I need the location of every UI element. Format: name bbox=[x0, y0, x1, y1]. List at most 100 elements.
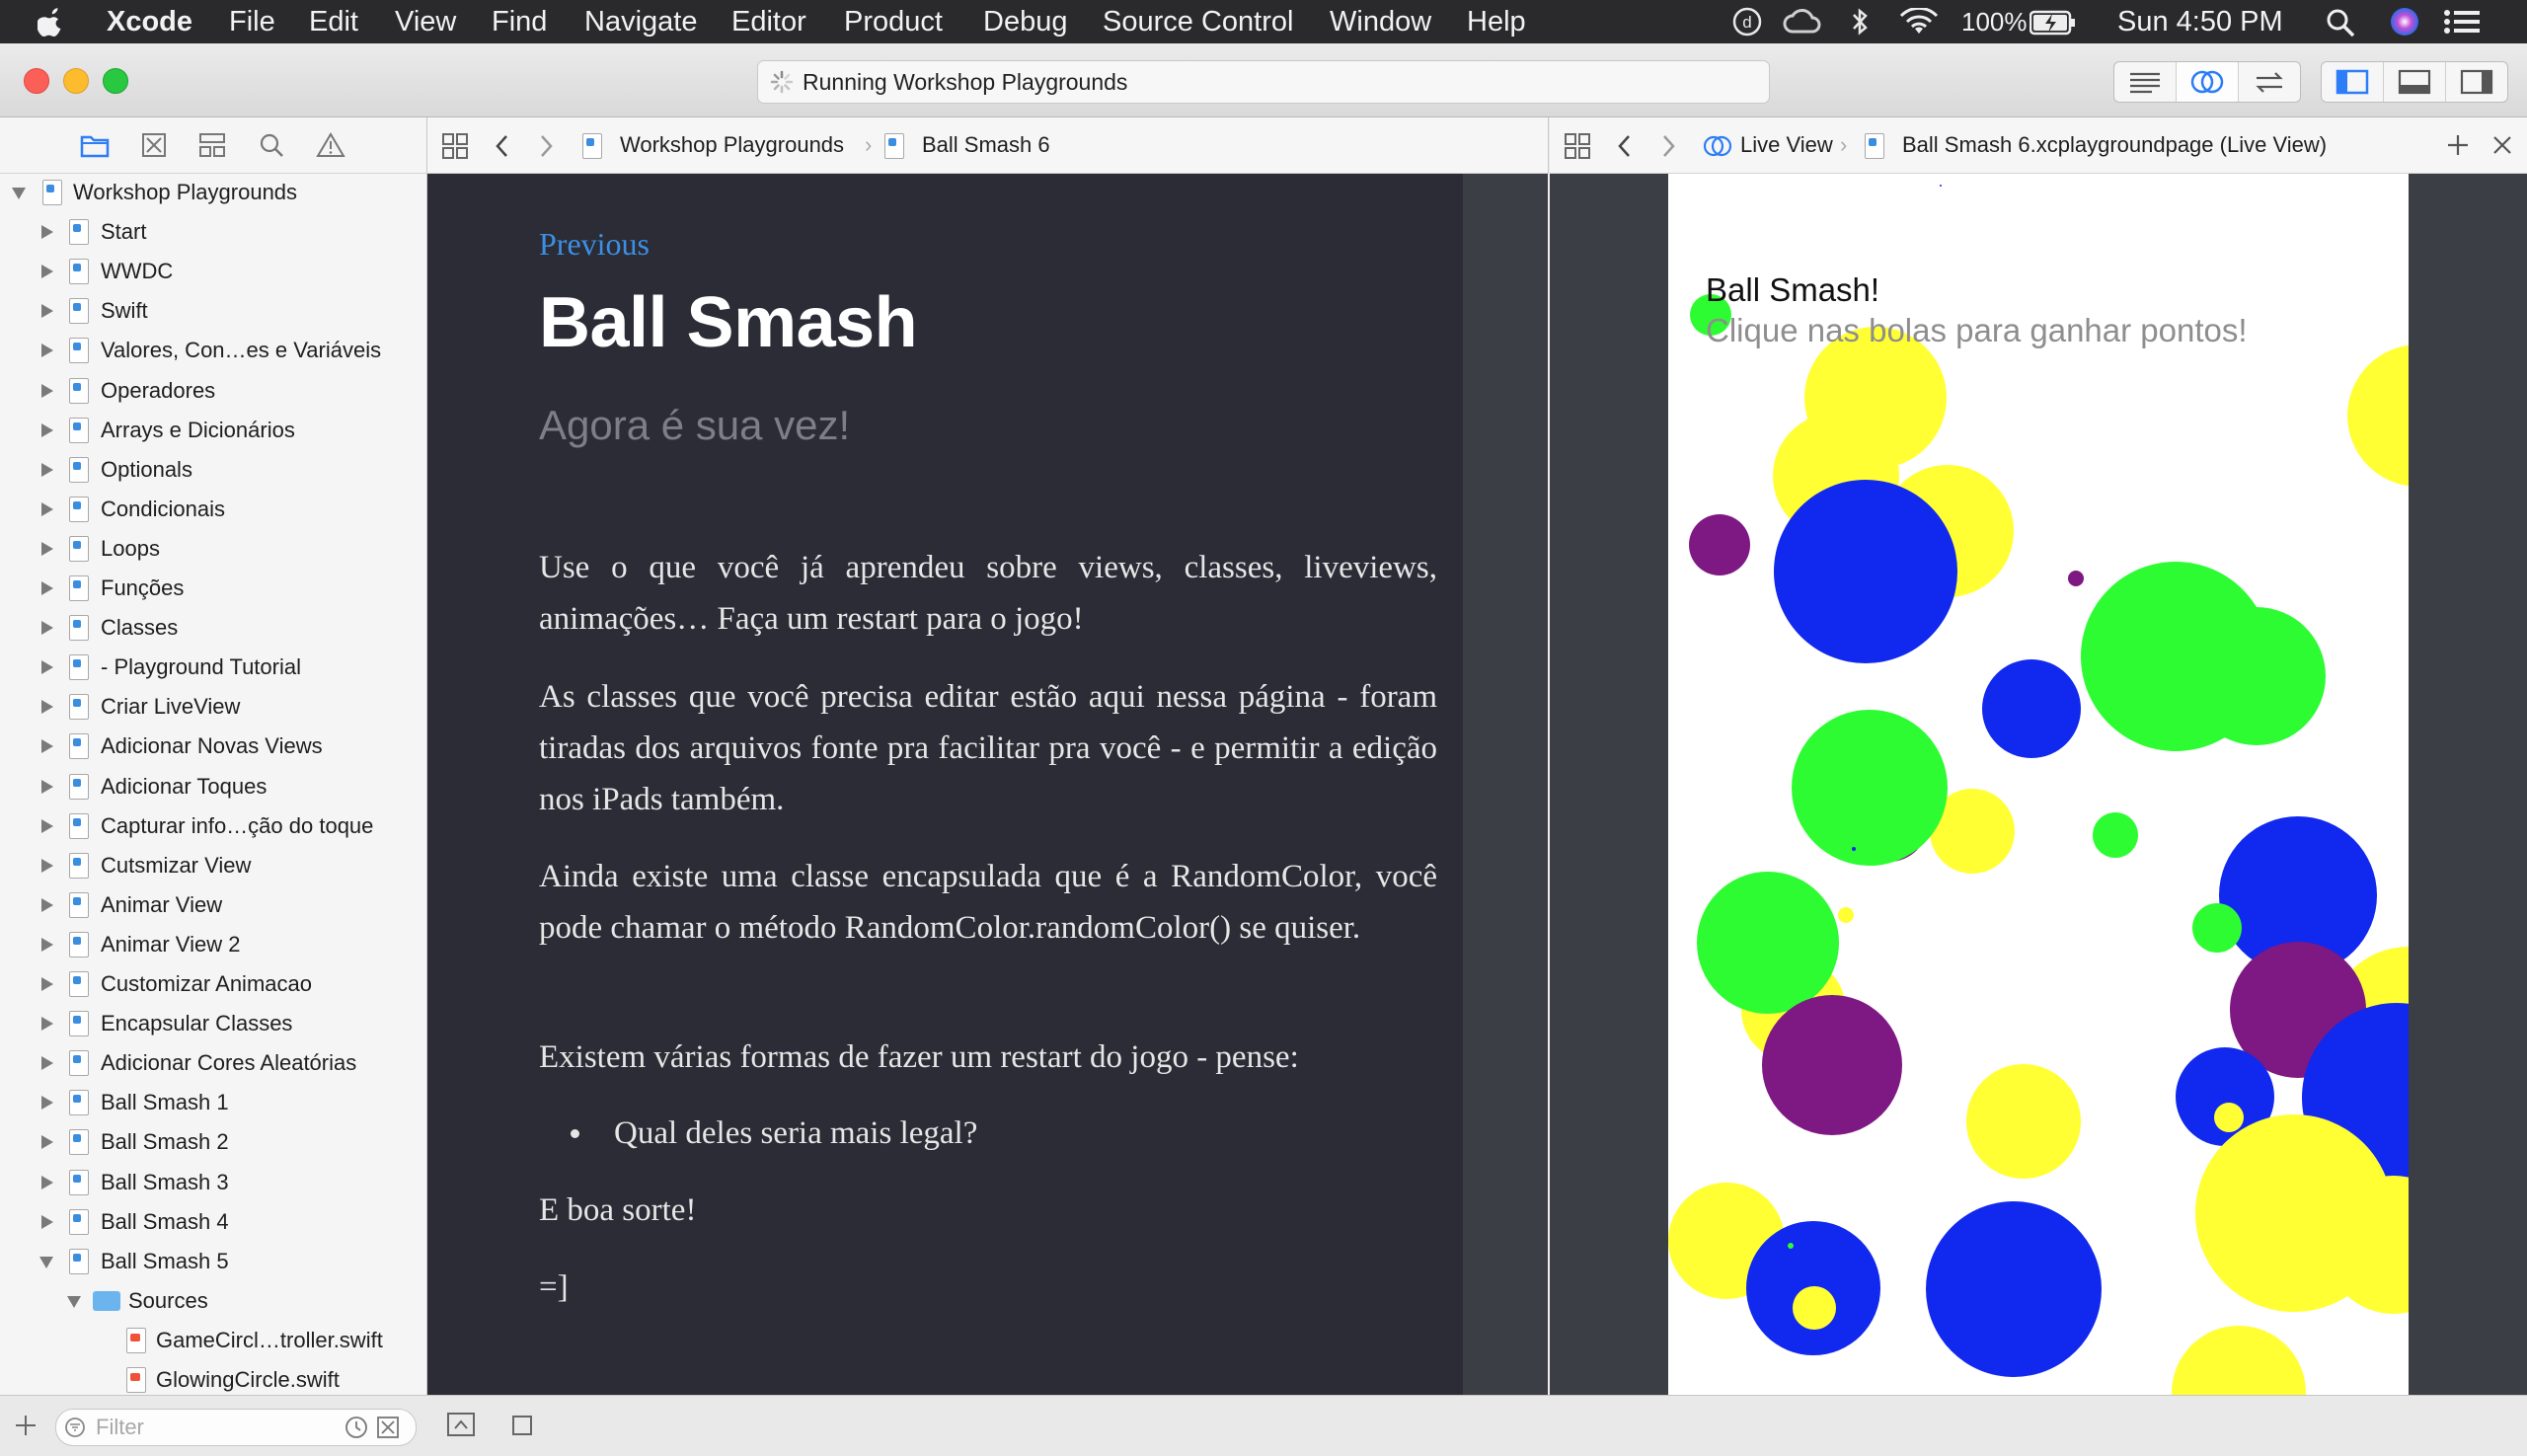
breadcrumb-page[interactable]: Ball Smash 6 bbox=[922, 117, 1050, 173]
disclosure-closed-icon[interactable] bbox=[41, 1135, 53, 1150]
source-control-filter-icon[interactable] bbox=[376, 1416, 400, 1439]
minimize-window-button[interactable] bbox=[63, 68, 89, 94]
disclosure-closed-icon[interactable] bbox=[41, 977, 53, 991]
purple-ball[interactable] bbox=[1762, 995, 1902, 1135]
standard-editor-icon[interactable] bbox=[2114, 62, 2177, 102]
close-assistant-icon[interactable] bbox=[2491, 134, 2513, 156]
menu-editor[interactable]: Editor bbox=[731, 0, 806, 43]
balls-layer[interactable] bbox=[1668, 174, 2409, 1395]
menu-window[interactable]: Window bbox=[1330, 0, 1431, 43]
hide-debug-area-icon[interactable] bbox=[446, 1412, 476, 1437]
tree-item-page[interactable]: Condicionais bbox=[0, 490, 426, 529]
forward-icon[interactable] bbox=[536, 133, 556, 159]
disclosure-open-icon[interactable] bbox=[39, 1256, 53, 1268]
disclosure-closed-icon[interactable] bbox=[41, 739, 53, 754]
tree-item-page[interactable]: Cutsmizar View bbox=[0, 846, 426, 885]
wifi-icon[interactable] bbox=[1899, 8, 1939, 36]
source-control-navigator-icon[interactable] bbox=[137, 129, 171, 161]
disclosure-closed-icon[interactable] bbox=[41, 818, 53, 833]
tree-item-page[interactable]: Optionals bbox=[0, 450, 426, 490]
project-navigator-icon[interactable] bbox=[78, 129, 112, 161]
purple-ball[interactable] bbox=[2068, 571, 2084, 586]
disclosure-closed-icon[interactable] bbox=[41, 779, 53, 794]
tree-item-page[interactable]: Capturar info…ção do toque bbox=[0, 806, 426, 846]
disclosure-closed-icon[interactable] bbox=[41, 581, 53, 595]
menu-source-control[interactable]: Source Control bbox=[1103, 0, 1293, 43]
blue-ball[interactable] bbox=[1926, 1201, 2102, 1377]
yellow-ball[interactable] bbox=[1793, 1286, 1836, 1330]
tree-item-page[interactable]: Ball Smash 2 bbox=[0, 1122, 426, 1162]
disclosure-closed-icon[interactable] bbox=[41, 858, 53, 873]
creative-cloud-icon[interactable] bbox=[1783, 8, 1822, 36]
breadcrumb-live-view[interactable]: Live View bbox=[1740, 117, 1833, 173]
toggle-navigator-icon[interactable] bbox=[2322, 62, 2384, 102]
find-navigator-icon[interactable] bbox=[255, 129, 288, 161]
playground-markup-editor[interactable]: Previous Ball Smash Agora é sua vez! Use… bbox=[427, 174, 1463, 1395]
yellow-ball[interactable] bbox=[2172, 1326, 2306, 1395]
stop-playground-icon[interactable] bbox=[511, 1415, 533, 1436]
tree-item-page[interactable]: Adicionar Novas Views bbox=[0, 727, 426, 766]
blue-ball[interactable] bbox=[1982, 659, 2081, 758]
menu-edit[interactable]: Edit bbox=[309, 0, 358, 43]
tree-item-page[interactable]: Swift bbox=[0, 291, 426, 331]
navigator-filter-field[interactable]: Filter bbox=[55, 1409, 417, 1446]
green-ball[interactable] bbox=[2192, 903, 2242, 953]
recent-files-icon[interactable] bbox=[345, 1416, 368, 1439]
disclosure-closed-icon[interactable] bbox=[41, 937, 53, 952]
toggle-inspector-icon[interactable] bbox=[2446, 62, 2507, 102]
app-menu[interactable]: Xcode bbox=[107, 0, 192, 43]
disclosure-closed-icon[interactable] bbox=[41, 304, 53, 319]
tree-item-page[interactable]: Valores, Con…es e Variáveis bbox=[0, 331, 426, 370]
clock[interactable]: Sun 4:50 PM bbox=[2117, 0, 2283, 43]
disclosure-closed-icon[interactable] bbox=[41, 660, 53, 675]
disclosure-closed-icon[interactable] bbox=[41, 1214, 53, 1229]
battery-charging-icon[interactable] bbox=[2029, 10, 2077, 36]
disclosure-closed-icon[interactable] bbox=[41, 265, 53, 279]
menu-help[interactable]: Help bbox=[1467, 0, 1526, 43]
disclosure-closed-icon[interactable] bbox=[41, 621, 53, 636]
menu-product[interactable]: Product bbox=[844, 0, 943, 43]
disclosure-closed-icon[interactable] bbox=[41, 422, 53, 437]
menu-find[interactable]: Find bbox=[492, 0, 547, 43]
tree-item-page[interactable]: Classes bbox=[0, 608, 426, 648]
menu-view[interactable]: View bbox=[395, 0, 456, 43]
disclosure-closed-icon[interactable] bbox=[41, 1175, 53, 1189]
back-icon[interactable] bbox=[493, 133, 512, 159]
disclosure-open-icon[interactable] bbox=[12, 188, 26, 199]
menu-navigate[interactable]: Navigate bbox=[584, 0, 697, 43]
disclosure-closed-icon[interactable] bbox=[41, 1017, 53, 1032]
yellow-ball[interactable] bbox=[2214, 1103, 2244, 1132]
close-window-button[interactable] bbox=[24, 68, 49, 94]
previous-page-link[interactable]: Previous bbox=[539, 226, 650, 263]
green-ball[interactable] bbox=[1788, 1243, 1794, 1249]
disclosure-closed-icon[interactable] bbox=[41, 501, 53, 516]
toggle-debug-area-icon[interactable] bbox=[2384, 62, 2446, 102]
notification-center-icon[interactable] bbox=[2444, 9, 2482, 35]
tree-item-page[interactable]: Loops bbox=[0, 529, 426, 569]
menu-file[interactable]: File bbox=[229, 0, 275, 43]
yellow-ball[interactable] bbox=[2347, 345, 2409, 487]
back-icon[interactable] bbox=[1615, 133, 1635, 159]
tree-item-page[interactable]: Ball Smash 1 bbox=[0, 1083, 426, 1122]
tree-item-page[interactable]: Arrays e Dicionários bbox=[0, 411, 426, 450]
related-items-icon[interactable] bbox=[1564, 132, 1591, 160]
tree-item-page[interactable]: Ball Smash 4 bbox=[0, 1202, 426, 1242]
forward-icon[interactable] bbox=[1658, 133, 1678, 159]
blue-ball[interactable] bbox=[1852, 847, 1856, 851]
green-ball[interactable] bbox=[1792, 710, 1948, 866]
menu-debug[interactable]: Debug bbox=[983, 0, 1067, 43]
disclosure-closed-icon[interactable] bbox=[41, 462, 53, 477]
disclosure-closed-icon[interactable] bbox=[41, 383, 53, 398]
disclosure-closed-icon[interactable] bbox=[41, 1096, 53, 1111]
version-editor-icon[interactable] bbox=[2239, 62, 2300, 102]
breadcrumb-live-view-page[interactable]: Ball Smash 6.xcplaygroundpage (Live View… bbox=[1902, 117, 2327, 173]
blue-ball[interactable] bbox=[1940, 185, 1942, 187]
tree-item-page[interactable]: Adicionar Toques bbox=[0, 767, 426, 806]
tree-item-page[interactable]: Ball Smash 3 bbox=[0, 1163, 426, 1202]
disclosure-closed-icon[interactable] bbox=[41, 225, 53, 240]
disclosure-closed-icon[interactable] bbox=[41, 897, 53, 912]
dashlane-icon[interactable]: d bbox=[1731, 6, 1763, 38]
zoom-window-button[interactable] bbox=[103, 68, 128, 94]
yellow-ball[interactable] bbox=[1838, 907, 1854, 923]
tree-item-root[interactable]: Workshop Playgrounds bbox=[0, 173, 426, 212]
